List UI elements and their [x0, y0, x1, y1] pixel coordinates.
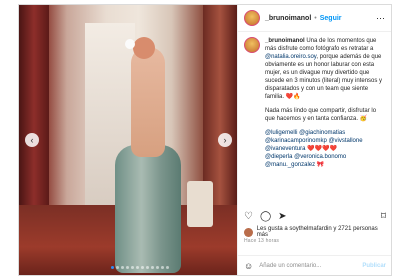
smiley-icon[interactable]: ☺	[244, 261, 253, 271]
carousel-dots	[111, 266, 169, 269]
caption-emoji: ❤️🔥	[285, 94, 301, 100]
tag-line[interactable]: @manu._gonzalez 🎀	[265, 161, 385, 169]
avatar[interactable]	[244, 37, 260, 53]
bookmark-icon[interactable]: ⌑	[381, 211, 386, 222]
carousel-dot[interactable]	[161, 266, 164, 269]
carousel-dot[interactable]	[116, 266, 119, 269]
instagram-post: ‹ › _brunoimanol • Seguir ⋯ _brunoimanol…	[18, 4, 392, 276]
carousel-dot[interactable]	[141, 266, 144, 269]
post-date: Hace 13 horas	[244, 238, 280, 244]
follow-button[interactable]: Seguir	[320, 15, 342, 22]
photo-figure-body	[131, 47, 165, 157]
heart-icon[interactable]: ♡	[244, 211, 253, 222]
comment-icon[interactable]: ◯	[260, 211, 271, 222]
action-bar: ♡ ◯ ➤ ⌑	[244, 209, 386, 223]
separator: •	[314, 14, 317, 22]
comment-bar: ☺ Añade un comentario... Publicar	[238, 255, 391, 275]
tag-line[interactable]: @ivaneventura ❤️❤️❤️❤️	[265, 145, 385, 153]
caption-username[interactable]: _brunoimanol	[265, 38, 305, 44]
likes-text[interactable]: Les gusta a soythelmafardin y 2721 perso…	[257, 226, 386, 238]
carousel-dot[interactable]	[166, 266, 169, 269]
chevron-left-icon[interactable]: ‹	[25, 133, 39, 147]
comment-input[interactable]: Añade un comentario...	[259, 263, 321, 269]
photo-chair	[187, 181, 213, 227]
post-header: _brunoimanol • Seguir ⋯	[238, 5, 391, 32]
photo-figure-head	[133, 37, 155, 59]
carousel-dot[interactable]	[146, 266, 149, 269]
likes-row: Les gusta a soythelmafardin y 2721 perso…	[244, 226, 386, 238]
share-icon[interactable]: ➤	[278, 211, 286, 222]
chevron-right-icon[interactable]: ›	[218, 133, 232, 147]
carousel-dot[interactable]	[156, 266, 159, 269]
tag-line[interactable]: @luligemelli @giachinomatias	[265, 129, 385, 137]
avatar[interactable]	[244, 10, 260, 26]
caption-text: _brunoimanol Una de los momentos que más…	[265, 37, 385, 169]
carousel-dot[interactable]	[121, 266, 124, 269]
tag-line[interactable]: @dieperla @veronica.bonomo	[265, 153, 385, 161]
caption: _brunoimanol Una de los momentos que más…	[244, 37, 386, 169]
caption-rest: , porque además de que obviamente es un …	[265, 54, 383, 100]
username[interactable]: _brunoimanol	[265, 15, 311, 22]
caption-tags: @luligemelli @giachinomatias @karinacamp…	[265, 129, 385, 169]
photo-skirt	[115, 145, 181, 273]
caption-row: _brunoimanol Una de los momentos que más…	[244, 37, 386, 169]
carousel-dot[interactable]	[111, 266, 114, 269]
more-horizontal-icon[interactable]: ⋯	[376, 13, 386, 24]
carousel-dot[interactable]	[136, 266, 139, 269]
carousel-dot[interactable]	[126, 266, 129, 269]
post-photo: ‹ ›	[19, 5, 237, 275]
caption-paragraph-2: Nada más lindo que compartir, disfrutar …	[265, 108, 377, 122]
avatar[interactable]	[244, 227, 253, 237]
tag-line[interactable]: @karinacamporinomkp @vivstallone	[265, 137, 385, 145]
carousel-dot[interactable]	[131, 266, 134, 269]
publish-button[interactable]: Publicar	[362, 263, 386, 269]
caption-mention[interactable]: @natalia.oreiro.soy	[265, 54, 316, 60]
carousel-dot[interactable]	[151, 266, 154, 269]
photo-flower	[125, 39, 135, 49]
post-sidebar: _brunoimanol • Seguir ⋯ _brunoimanol Una…	[237, 5, 391, 275]
